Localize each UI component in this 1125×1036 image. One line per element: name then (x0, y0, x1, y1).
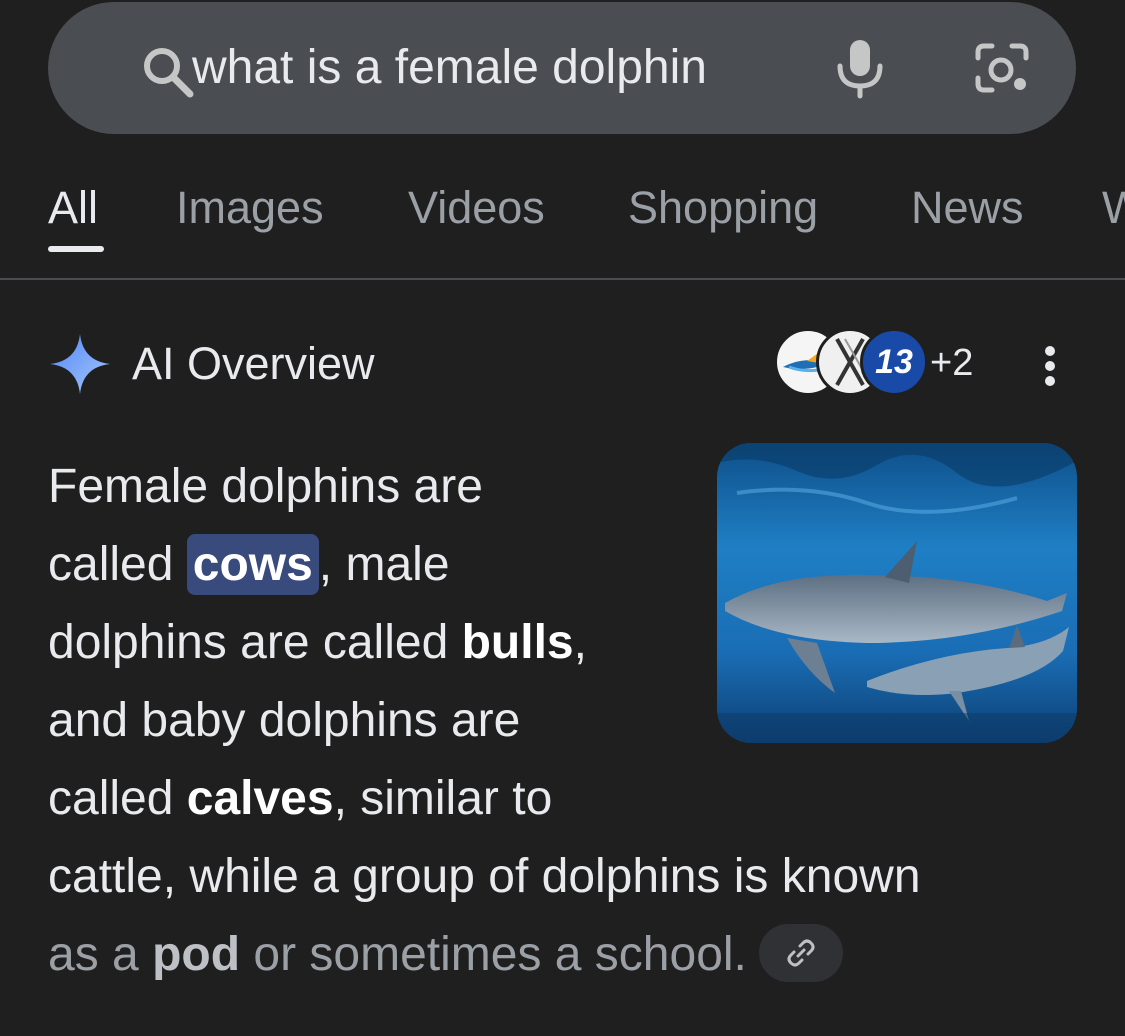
ai-overview-header: AI Overview 13 +2 (0, 320, 1125, 410)
search-tabs: All Images Videos Shopping News W (0, 160, 1125, 280)
answer-line-3: dolphins are called bulls, (48, 616, 587, 669)
ai-overview-answer: Female dolphins are called cows, male do… (48, 448, 1048, 994)
camera-lens-icon[interactable] (970, 36, 1034, 100)
answer-line-7: as a pod or sometimes a school. (48, 916, 1048, 994)
source-avatar-3[interactable]: 13 (860, 328, 928, 396)
more-vert-icon[interactable] (1030, 344, 1070, 388)
answer-line-2: called cows, male (48, 526, 1048, 604)
search-icon[interactable] (138, 42, 198, 102)
tab-shopping[interactable]: Shopping (628, 182, 818, 234)
tab-news[interactable]: News (911, 182, 1024, 234)
answer-line-4: and baby dolphins are (48, 694, 521, 747)
ai-overview-title: AI Overview (132, 338, 375, 389)
answer-line-5: called calves, similar to (48, 772, 553, 825)
tab-images[interactable]: Images (176, 182, 324, 234)
highlighted-term[interactable]: cows (186, 534, 319, 595)
source-avatars[interactable]: 13 (774, 328, 934, 398)
more-sources-count[interactable]: +2 (930, 342, 973, 385)
active-tab-indicator (48, 246, 104, 252)
citation-link-button[interactable] (758, 924, 843, 983)
microphone-icon[interactable] (830, 36, 890, 100)
tab-videos[interactable]: Videos (408, 182, 545, 234)
answer-line-1: Female dolphins are (48, 460, 483, 513)
answer-line-6: cattle, while a group of dolphins is kno… (48, 850, 921, 903)
sparkle-icon (50, 334, 110, 394)
link-icon (787, 939, 815, 967)
search-input[interactable] (192, 34, 782, 100)
tab-more-partial[interactable]: W (1102, 182, 1125, 234)
tab-all[interactable]: All (48, 182, 98, 234)
